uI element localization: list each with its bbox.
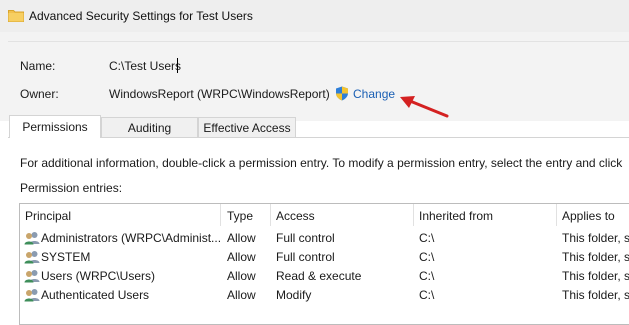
- access-cell: Full control: [276, 250, 335, 264]
- folder-icon: [8, 10, 24, 22]
- uac-shield-icon[interactable]: [335, 86, 349, 101]
- inherited-cell: C:\: [419, 250, 435, 264]
- tab-auditing-label: Auditing: [127, 120, 172, 135]
- column-separator[interactable]: [413, 204, 414, 226]
- tab-effective-access-label: Effective Access: [203, 120, 291, 135]
- principal-cell: SYSTEM: [41, 250, 91, 264]
- principal-cell: Administrators (WRPC\Administ...: [41, 231, 222, 245]
- tab-effective-access[interactable]: Effective Access: [198, 117, 296, 137]
- column-header-inherited-from[interactable]: Inherited from: [419, 209, 493, 223]
- table-header: Principal Type Access Inherited from App…: [20, 204, 629, 226]
- tab-permissions-label: Permissions: [22, 120, 88, 134]
- info-text: For additional information, double-click…: [20, 156, 623, 170]
- column-header-access[interactable]: Access: [276, 209, 315, 223]
- permission-entries-label: Permission entries:: [20, 181, 123, 195]
- tab-auditing[interactable]: Auditing: [101, 117, 198, 137]
- column-header-type[interactable]: Type: [227, 209, 253, 223]
- permission-entries-table[interactable]: Principal Type Access Inherited from App…: [19, 203, 629, 325]
- table-row[interactable]: Authenticated Users Allow Modify C:\ Thi…: [20, 286, 629, 305]
- title-bar: Advanced Security Settings for Test User…: [0, 0, 629, 32]
- access-cell: Read & execute: [276, 269, 362, 283]
- user-group-icon: [24, 270, 40, 283]
- table-row[interactable]: Users (WRPC\Users) Allow Read & execute …: [20, 267, 629, 286]
- principal-cell: Authenticated Users: [41, 288, 150, 302]
- user-group-icon: [24, 289, 40, 302]
- inherited-cell: C:\: [419, 269, 435, 283]
- access-cell: Full control: [276, 231, 335, 245]
- owner-label: Owner:: [20, 87, 59, 101]
- column-separator[interactable]: [556, 204, 557, 226]
- principal-cell: Users (WRPC\Users): [41, 269, 155, 283]
- user-group-icon: [24, 251, 40, 264]
- owner-value: WindowsReport (WRPC\WindowsReport): [109, 87, 330, 101]
- table-row[interactable]: SYSTEM Allow Full control C:\ This folde…: [20, 248, 629, 267]
- type-cell: Allow: [227, 288, 256, 302]
- type-cell: Allow: [227, 250, 256, 264]
- red-arrow: [400, 96, 449, 118]
- column-header-applies-to[interactable]: Applies to: [562, 209, 615, 223]
- type-cell: Allow: [227, 269, 256, 283]
- inherited-cell: C:\: [419, 231, 435, 245]
- table-row[interactable]: Administrators (WRPC\Administ... Allow F…: [20, 229, 629, 248]
- applies-cell: This folder, s: [562, 250, 629, 264]
- tab-permissions[interactable]: Permissions: [9, 115, 101, 138]
- applies-cell: This folder, s: [562, 269, 629, 283]
- name-value[interactable]: C:\Test Users: [109, 59, 181, 73]
- type-cell: Allow: [227, 231, 256, 245]
- header-area: [0, 32, 629, 121]
- change-owner-link[interactable]: Change: [353, 87, 395, 101]
- applies-cell: This folder, s: [562, 231, 629, 245]
- divider: [8, 41, 629, 42]
- column-separator[interactable]: [270, 204, 271, 226]
- tabs-divider: [8, 137, 629, 138]
- text-caret: [177, 58, 178, 73]
- column-header-principal[interactable]: Principal: [25, 209, 71, 223]
- inherited-cell: C:\: [419, 288, 435, 302]
- window-title: Advanced Security Settings for Test User…: [29, 9, 253, 23]
- user-group-icon: [24, 232, 40, 245]
- column-separator[interactable]: [220, 204, 221, 226]
- access-cell: Modify: [276, 288, 312, 302]
- applies-cell: This folder, s: [562, 288, 629, 302]
- name-label: Name:: [20, 59, 56, 73]
